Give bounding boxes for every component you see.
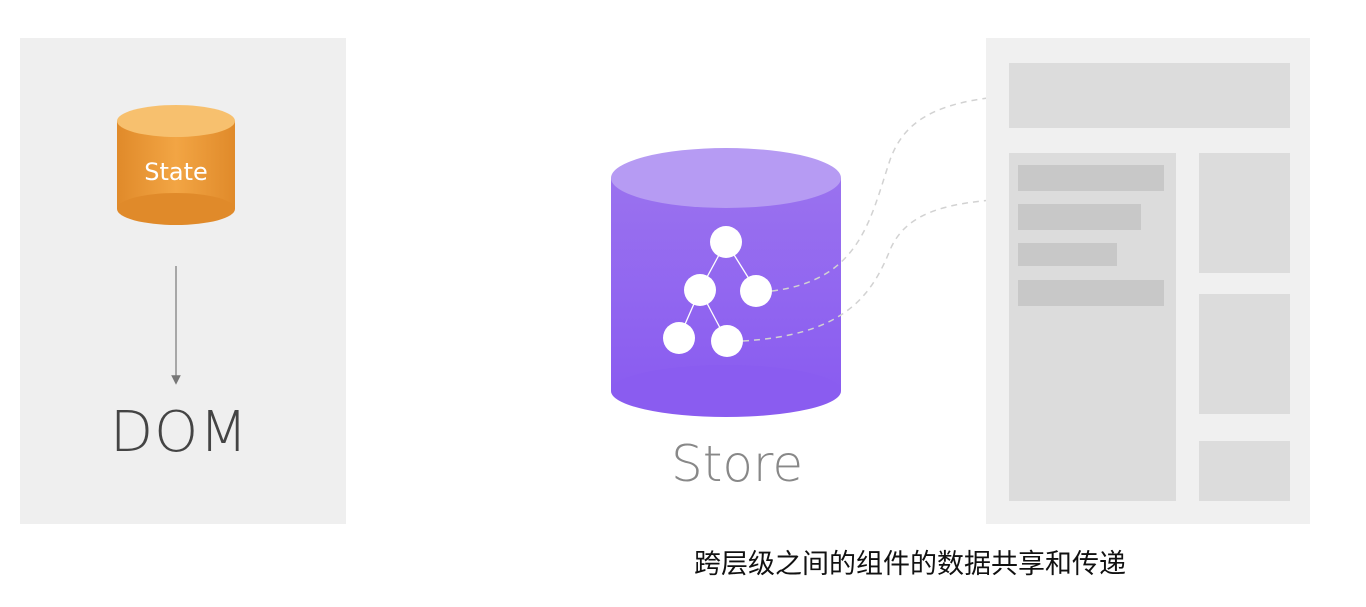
tree-node: [740, 275, 772, 307]
side-block: [1199, 294, 1290, 414]
tree-node: [663, 322, 695, 354]
component-layout-panel: [986, 38, 1310, 524]
tree-node: [710, 226, 742, 258]
tree-node: [684, 274, 716, 306]
store-label: Store: [671, 435, 804, 493]
caption-text: 跨层级之间的组件的数据共享和传递: [694, 549, 1126, 580]
content-bar: [1018, 204, 1141, 230]
dom-label: DOM: [110, 400, 249, 465]
side-block: [1199, 153, 1290, 273]
content-bar: [1018, 280, 1164, 306]
state-label: State: [144, 158, 208, 186]
content-bar: [1018, 165, 1164, 191]
header-block: [1009, 63, 1290, 128]
content-bar: [1018, 243, 1117, 266]
side-block: [1199, 441, 1290, 501]
tree-node: [711, 325, 743, 357]
